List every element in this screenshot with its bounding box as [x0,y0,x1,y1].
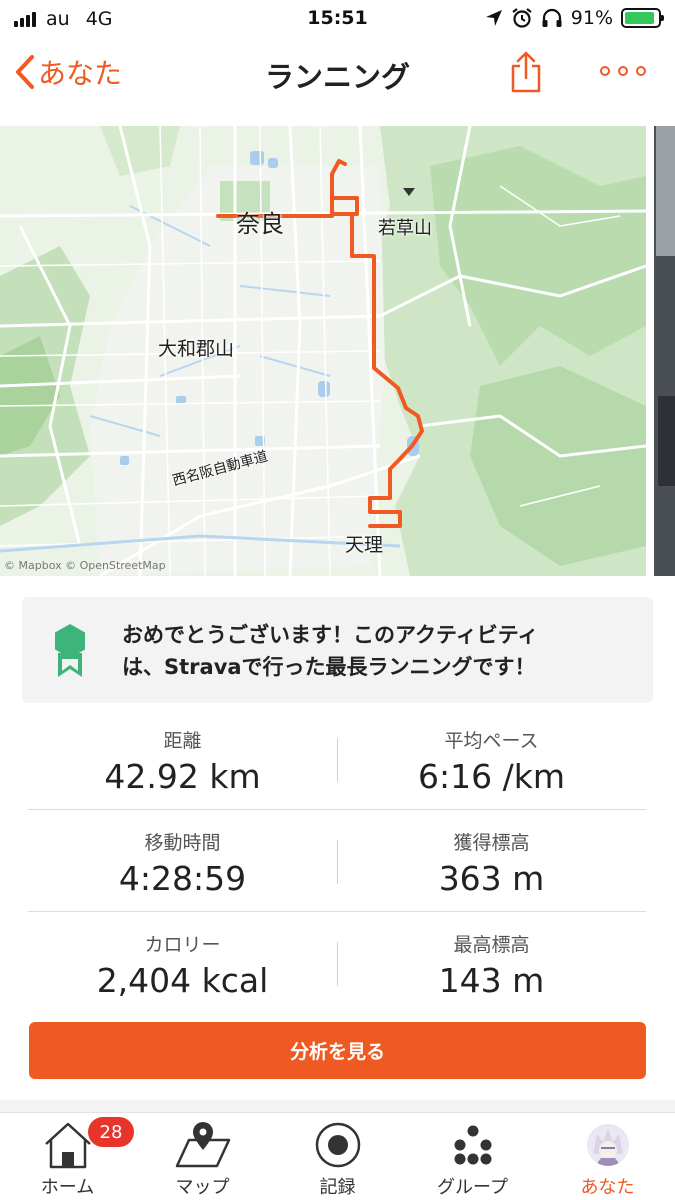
stats-row: 移動時間 4:28:59 獲得標高 363 m [28,810,646,912]
tab-label: 記録 [319,1177,356,1198]
tab-record[interactable]: 記録 [270,1113,405,1200]
tab-label: マップ [175,1177,230,1198]
stat-value: 4:28:59 [118,859,247,898]
route-map[interactable]: 奈良 若草山 大和郡山 西名阪自動車道 天理 © Mapbox © OpenSt… [0,126,646,576]
award-badge-icon [55,624,85,677]
achievement-text-line1: おめでとうございます！このアクティビティ [122,623,539,647]
location-arrow-icon [485,10,502,26]
stat-value: 42.92 km [104,757,261,796]
back-button-label: あなた [38,57,123,90]
stat-value: 143 m [438,961,545,1000]
tab-bar: 28 ホーム マップ 記録 グループ あなた [0,1112,675,1200]
map-attribution: © Mapbox © OpenStreetMap [4,559,166,572]
record-icon [308,1119,368,1171]
notification-badge: 28 [88,1117,134,1147]
stats-row: 距離 42.92 km 平均ペース 6:16 /km [28,708,646,810]
stat-elevation-gain: 獲得標高 363 m [337,810,646,912]
map-icon [173,1119,233,1171]
achievement-text: おめでとうございます！このアクティビティ は、Stravaで行った最長ランニング… [122,619,622,683]
stat-value: 363 m [438,859,545,898]
tab-groups[interactable]: グループ [405,1113,540,1200]
status-right: 91% [485,7,664,29]
stat-average-pace: 平均ペース 6:16 /km [337,708,646,810]
tab-you[interactable]: あなた [540,1113,675,1200]
avatar [578,1119,638,1171]
stat-value: 2,404 kcal [96,961,269,1000]
stats-row: カロリー 2,404 kcal 最高標高 143 m [28,912,646,1014]
map-label-tenri: 天理 [345,534,384,556]
battery-icon [621,8,664,28]
status-bar: au 4G 15:51 91% [0,0,675,38]
stat-label: 平均ペース [444,730,539,752]
stat-label: 距離 [163,730,202,752]
back-button[interactable]: あなた [12,52,122,92]
stat-label: カロリー [144,934,221,956]
battery-percent: 91% [570,7,613,29]
stat-distance: 距離 42.92 km [28,708,337,810]
tab-home[interactable]: 28 ホーム [0,1113,135,1200]
stat-value: 6:16 /km [418,757,565,796]
tab-label: あなた [580,1177,635,1198]
next-photo-preview[interactable] [654,126,675,576]
alarm-icon [512,8,532,28]
stat-label: 最高標高 [453,934,530,956]
stat-label: 移動時間 [144,832,221,854]
navigation-bar: あなた ランニング [0,40,675,110]
section-separator [0,1100,675,1112]
map-background [0,126,646,576]
stat-max-elevation: 最高標高 143 m [337,912,646,1014]
more-options-icon[interactable] [600,58,646,84]
tab-maps[interactable]: マップ [135,1113,270,1200]
stats-grid: 距離 42.92 km 平均ペース 6:16 /km 移動時間 4:28:59 … [28,708,646,1014]
stat-label: 獲得標高 [453,832,530,854]
view-analysis-button[interactable]: 分析を見る [29,1022,646,1079]
achievement-banner: おめでとうございます！このアクティビティ は、Stravaで行った最長ランニング… [22,597,653,703]
tab-label: ホーム [40,1177,95,1198]
map-label-nara: 奈良 [236,210,284,238]
chevron-left-icon [16,55,34,89]
tab-label: グループ [437,1177,508,1198]
achievement-text-line2: は、Stravaで行った最長ランニングです！ [122,655,536,679]
stat-moving-time: 移動時間 4:28:59 [28,810,337,912]
stat-calories: カロリー 2,404 kcal [28,912,337,1014]
groups-icon [443,1119,503,1171]
map-label-yamatokoriyama: 大和郡山 [158,338,235,360]
share-icon[interactable] [508,50,544,94]
headphones-icon [542,8,562,27]
map-label-wakakusayama: 若草山 [378,218,432,239]
